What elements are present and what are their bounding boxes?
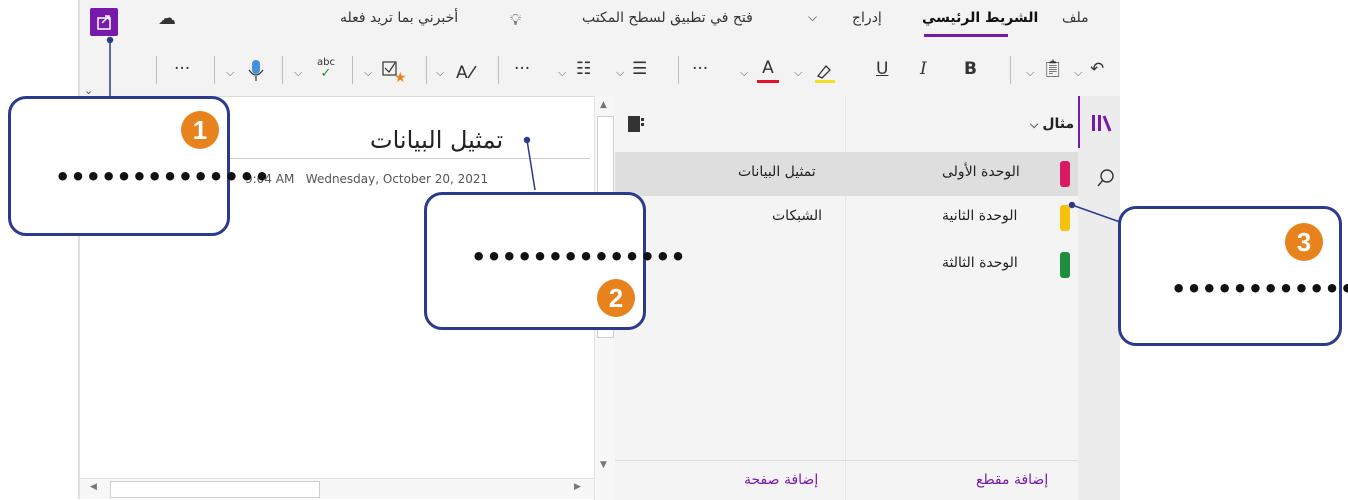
callout-box-3: 3 •••••••••••••• [1118, 206, 1348, 346]
leader-line-3 [1071, 204, 1121, 223]
leader-dot-3 [1068, 201, 1076, 209]
leader-dot-1 [106, 36, 114, 44]
callout-text: •••••••••••••• [55, 163, 270, 191]
leader-dot-2 [523, 136, 531, 144]
leader-line-2 [526, 139, 536, 191]
callout-box-1: 1 •••••••••••••• [8, 96, 270, 236]
callout-box-2: 2 •••••••••••••• [424, 192, 686, 330]
callout-number-badge: 1 [181, 111, 219, 149]
callout-text: •••••••••••••• [1171, 275, 1348, 303]
callout-text: •••••••••••••• [471, 243, 686, 271]
callout-number-badge: 3 [1285, 223, 1323, 261]
callout-number-badge: 2 [597, 279, 635, 317]
